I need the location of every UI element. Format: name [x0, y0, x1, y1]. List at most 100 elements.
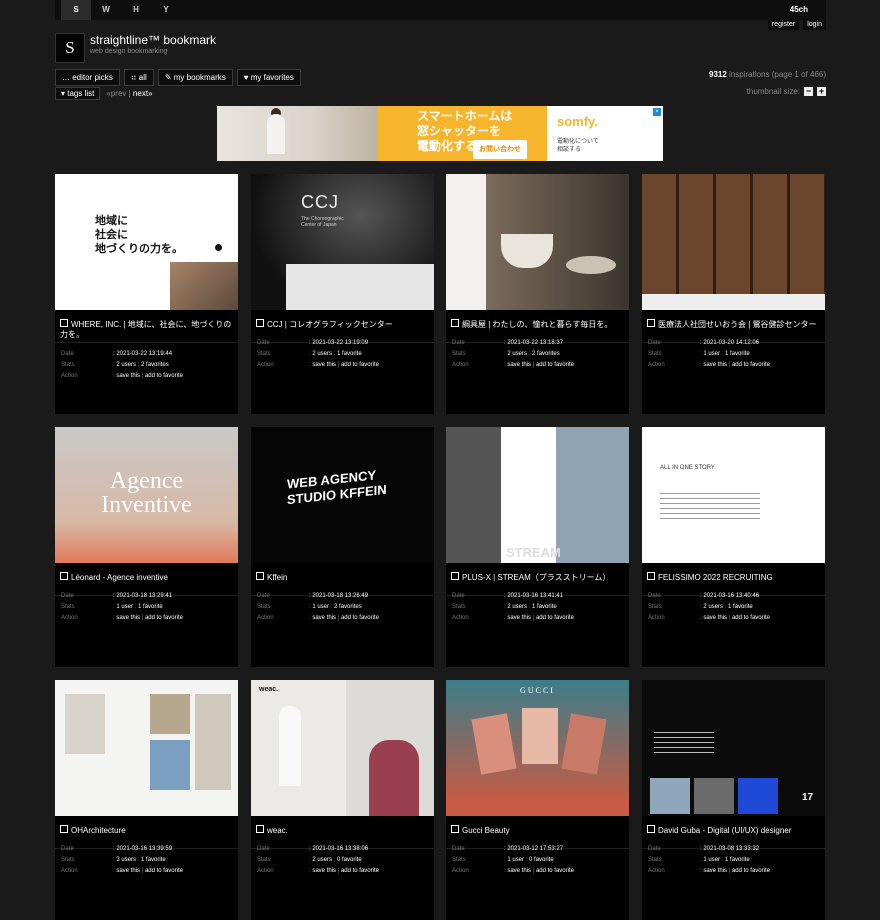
card-title[interactable]: WHERE, INC. | 地域に、社会に、地づくりの力を。 [60, 319, 236, 340]
add-to-favorite-link[interactable]: add to favorite [341, 615, 379, 621]
card-thumbnail[interactable]: STREAM [446, 427, 629, 563]
card-title[interactable]: OHArchitecture [60, 825, 236, 836]
card-thumbnail[interactable]: Agence Inventive [55, 427, 238, 563]
favorites-link[interactable]: 0 favorite [529, 857, 554, 863]
card-title[interactable]: Gucci Beauty [451, 825, 627, 836]
card-thumbnail[interactable]: 地域に 社会に 地づくりの力を。 [55, 174, 238, 310]
card-title[interactable]: FELISSIMO 2022 RECRUITING [647, 572, 823, 583]
tags-list-button[interactable]: ▾ tags list [55, 87, 101, 100]
editor-picks-button[interactable]: … editor picks [55, 69, 120, 86]
add-to-favorite-link[interactable]: add to favorite [341, 868, 379, 874]
favorites-link[interactable]: 1 favorite [725, 857, 750, 863]
site-switch-h[interactable]: H [121, 0, 151, 20]
add-to-favorite-link[interactable]: add to favorite [145, 868, 183, 874]
add-to-favorite-link[interactable]: add to favorite [536, 868, 574, 874]
favorites-link[interactable]: 1 favorite [725, 351, 750, 357]
favorites-link[interactable]: 2 favorites [532, 351, 560, 357]
all-button[interactable]: ⠶ all [123, 69, 154, 86]
users-link[interactable]: 3 users [116, 857, 136, 863]
add-to-favorite-link[interactable]: add to favorite [732, 868, 770, 874]
card-thumbnail[interactable]: ALL IN ONE STORY [642, 427, 825, 563]
card-thumbnail[interactable] [446, 174, 629, 310]
favorites-link[interactable]: 1 favorite [728, 604, 753, 610]
date-label: Date [648, 593, 661, 599]
card-thumbnail[interactable]: CCJ The Choreographic Center of Japan [251, 174, 434, 310]
card-title[interactable]: CCJ | コレオグラフィックセンター [256, 319, 432, 330]
thumb-photo [170, 262, 238, 310]
favorites-link[interactable]: 0 favorite [337, 857, 362, 863]
login-link[interactable]: login [803, 19, 826, 30]
card-title[interactable]: Léonard - Agence inventive [60, 572, 236, 583]
save-this-link[interactable]: save this [507, 362, 531, 368]
thumbnail-smaller-button[interactable]: − [804, 87, 813, 96]
card-title[interactable]: 医療法人社団せいおう会 | 鶯谷健診センター [647, 319, 823, 330]
favorites-link[interactable]: 1 favorite [337, 351, 362, 357]
site-switch-y[interactable]: Y [151, 0, 181, 20]
users-link[interactable]: 1 user [703, 351, 720, 357]
add-to-favorite-link[interactable]: add to favorite [145, 373, 183, 379]
save-this-link[interactable]: save this [312, 615, 336, 621]
favorites-link[interactable]: 1 favorite [138, 604, 163, 610]
add-to-favorite-link[interactable]: add to favorite [145, 615, 183, 621]
site-switch-w[interactable]: W [91, 0, 121, 20]
next-link[interactable]: next» [133, 89, 153, 98]
register-link[interactable]: register [767, 19, 800, 30]
card-title[interactable]: 綱具屋 | わたしの、憧れと暮らす毎日を。 [451, 319, 627, 330]
ad-close-icon[interactable]: × [653, 108, 661, 116]
users-link[interactable]: 1 user [312, 604, 329, 610]
site-title[interactable]: straightline™ bookmark [90, 33, 216, 47]
save-this-link[interactable]: save this [116, 373, 140, 379]
favorites-link[interactable]: 2 favorites [141, 362, 169, 368]
45ch-link[interactable]: 45ch [790, 0, 808, 20]
users-link[interactable]: 2 users [312, 857, 332, 863]
add-to-favorite-link[interactable]: add to favorite [732, 615, 770, 621]
save-this-link[interactable]: save this [116, 868, 140, 874]
users-link[interactable]: 2 users [703, 604, 723, 610]
save-this-link[interactable]: save this [116, 615, 140, 621]
thumbnail-larger-button[interactable]: + [817, 87, 826, 96]
action-label: Action [61, 373, 78, 379]
card-title-text: Gucci Beauty [462, 826, 510, 835]
users-link[interactable]: 2 users [312, 351, 332, 357]
card-title[interactable]: weac. [256, 825, 432, 836]
card-title[interactable]: David Guba - Digital (UI/UX) designer [647, 825, 823, 836]
save-this-link[interactable]: save this [703, 615, 727, 621]
site-switch-s[interactable]: S [61, 0, 91, 20]
add-to-favorite-link[interactable]: add to favorite [341, 362, 379, 368]
save-this-link[interactable]: save this [703, 868, 727, 874]
date-label: Date [61, 846, 74, 852]
card-thumbnail[interactable] [642, 174, 825, 310]
card-thumbnail[interactable]: WEB AGENCY STUDIO KFFEIN [251, 427, 434, 563]
card-title[interactable]: PLUS-X | STREAM（プラスストリーム） [451, 572, 627, 583]
users-link[interactable]: 2 users [116, 362, 136, 368]
card-thumbnail[interactable]: weac. [251, 680, 434, 816]
card-title-text: FELISSIMO 2022 RECRUITING [658, 573, 773, 582]
users-link[interactable]: 1 user [507, 857, 524, 863]
card-title[interactable]: Kffein [256, 572, 432, 583]
my-bookmarks-button[interactable]: ✎ my bookmarks [157, 69, 233, 86]
save-this-link[interactable]: save this [507, 615, 531, 621]
add-to-favorite-link[interactable]: add to favorite [536, 362, 574, 368]
ad-cta-button[interactable]: お問い合わせ [473, 140, 527, 159]
add-to-favorite-link[interactable]: add to favorite [536, 615, 574, 621]
favorites-link[interactable]: 1 favorite [141, 857, 166, 863]
favorites-link[interactable]: 2 favorites [334, 604, 362, 610]
save-this-link[interactable]: save this [507, 868, 531, 874]
add-to-favorite-link[interactable]: add to favorite [732, 362, 770, 368]
date-value: : 2021-03-16 13:38:06 [309, 846, 369, 852]
save-this-link[interactable]: save this [703, 362, 727, 368]
my-favorites-button[interactable]: ♥ my favorites [236, 69, 301, 86]
prev-link[interactable]: «prev [106, 89, 126, 98]
card-thumbnail[interactable] [55, 680, 238, 816]
card-thumbnail[interactable]: GUCCI [446, 680, 629, 816]
save-this-link[interactable]: save this [312, 362, 336, 368]
card-thumbnail[interactable]: 17 [642, 680, 825, 816]
users-link[interactable]: 2 users [507, 351, 527, 357]
favorites-link[interactable]: 1 favorite [532, 604, 557, 610]
users-link[interactable]: 1 user [703, 857, 720, 863]
site-logo[interactable]: S [55, 33, 85, 63]
save-this-link[interactable]: save this [312, 868, 336, 874]
users-link[interactable]: 1 user [116, 604, 133, 610]
advertisement-banner[interactable]: スマートホームは 窓シャッターを 電動化する お問い合わせ somfy. 電動化… [217, 106, 663, 161]
users-link[interactable]: 2 users [507, 604, 527, 610]
